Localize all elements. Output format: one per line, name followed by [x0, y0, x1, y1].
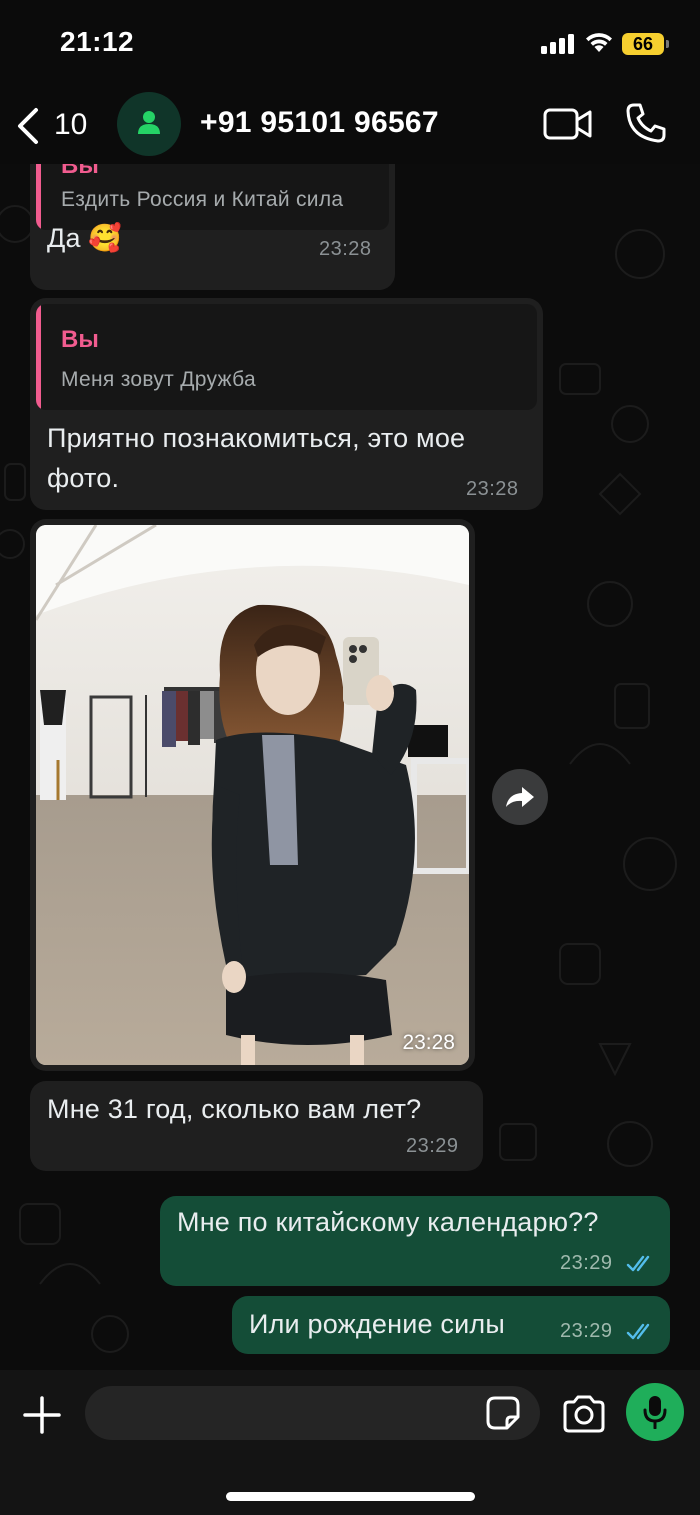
double-check-read-icon: [626, 1255, 650, 1272]
message-text-line-1: Приятно познакомиться, это мое: [47, 423, 466, 453]
message-bubble-outgoing[interactable]: Мне по китайскому календарю?? 23:29: [160, 1196, 670, 1286]
sticker-icon[interactable]: [485, 1395, 521, 1431]
message-time: 23:29: [406, 1135, 459, 1157]
message-text-line-2: фото.: [47, 463, 120, 493]
double-check-read-icon: [626, 1323, 650, 1340]
plus-icon[interactable]: [22, 1395, 62, 1435]
quoted-message[interactable]: Вы Меня зовут Дружба: [36, 304, 537, 410]
message-text: Или рождение силы: [249, 1309, 505, 1339]
home-indicator[interactable]: [226, 1492, 475, 1501]
back-chevron-icon[interactable]: [14, 106, 44, 146]
message-list[interactable]: Вы Ездить Россия и Китай сила Да 🥰 23:28…: [0, 164, 700, 1370]
message-text: Да 🥰: [47, 223, 123, 253]
message-bubble-incoming[interactable]: Вы Ездить Россия и Китай сила Да 🥰 23:28: [30, 164, 395, 290]
message-bubble-outgoing[interactable]: Или рождение силы 23:29: [232, 1296, 670, 1354]
message-time: 23:29: [560, 1320, 613, 1342]
photo-thumbnail[interactable]: 23:28: [36, 525, 469, 1065]
photo-time: 23:28: [402, 1031, 455, 1054]
battery-indicator: 66: [622, 33, 669, 55]
camera-icon[interactable]: [561, 1394, 607, 1434]
cellular-signal-icon: [541, 34, 575, 54]
chat-header: 10 +91 95101 96567: [0, 88, 700, 164]
avatar[interactable]: [117, 92, 181, 156]
selfie-photo-image: [36, 525, 469, 1065]
status-time: 21:12: [60, 26, 135, 57]
message-text: Мне по китайскому календарю??: [177, 1207, 599, 1237]
message-time: 23:29: [560, 1252, 613, 1274]
message-text: Мне 31 год, сколько вам лет?: [47, 1094, 422, 1124]
unread-count[interactable]: 10: [54, 108, 87, 142]
composer-bar: [0, 1370, 700, 1515]
person-icon: [138, 111, 160, 134]
wifi-icon: [586, 33, 612, 52]
forward-arrow-icon: [506, 787, 534, 807]
message-time: 23:28: [319, 238, 372, 260]
message-bubble-incoming[interactable]: Мне 31 год, сколько вам лет? 23:29: [30, 1081, 483, 1171]
status-bar: 21:12 66: [0, 0, 700, 88]
message-time: 23:28: [466, 478, 519, 500]
contact-name[interactable]: +91 95101 96567: [200, 106, 439, 140]
phone-icon[interactable]: [625, 102, 667, 144]
message-input[interactable]: [85, 1386, 540, 1440]
quote-author: Вы: [61, 326, 99, 353]
message-bubble-incoming[interactable]: Вы Меня зовут Дружба Приятно познакомить…: [30, 298, 543, 510]
microphone-button[interactable]: [626, 1383, 684, 1441]
quote-text: Ездить Россия и Китай сила: [61, 188, 344, 211]
quote-text: Меня зовут Дружба: [61, 368, 256, 391]
video-camera-icon[interactable]: [543, 106, 593, 142]
microphone-icon: [643, 1396, 667, 1429]
forward-button[interactable]: [492, 769, 548, 825]
quote-author: Вы: [61, 164, 99, 179]
